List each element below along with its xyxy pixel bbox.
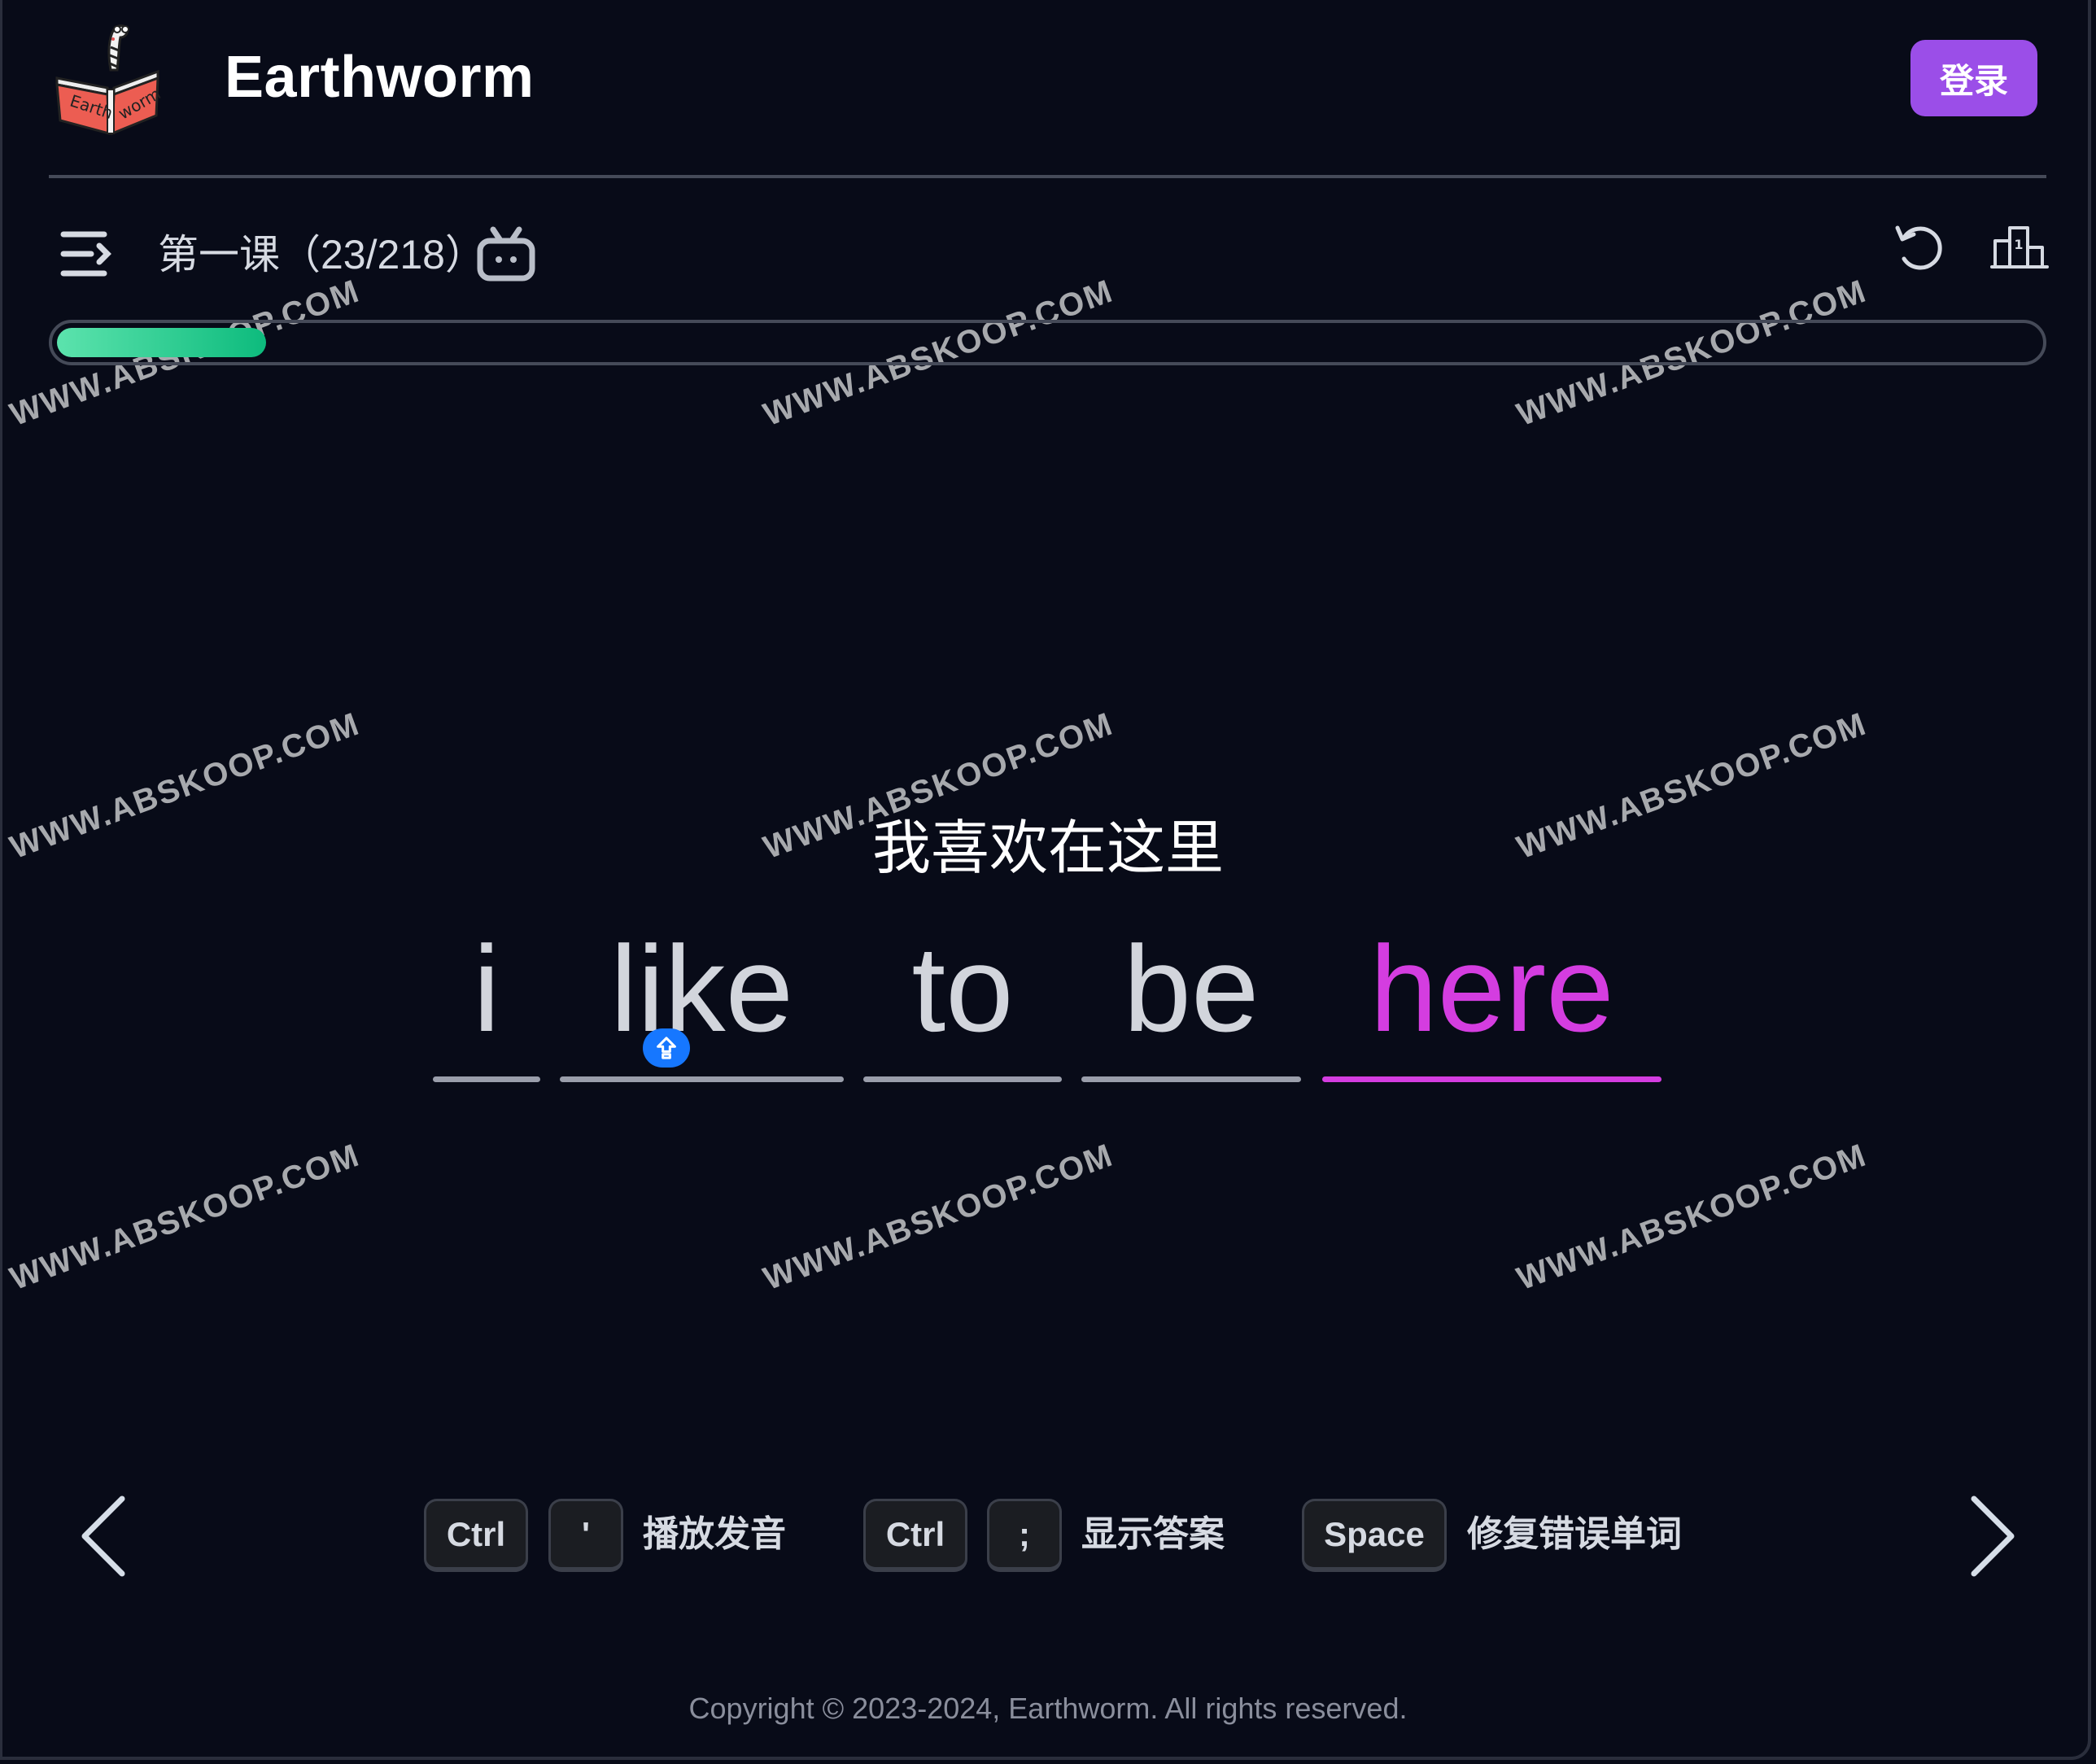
shortcut-fix-word-label: 修复错误单词 <box>1467 1514 1682 1554</box>
watermark: WWW.ABSKOOP.COM <box>758 1137 1118 1298</box>
shortcut-show-answer-label: 显示答案 <box>1081 1514 1225 1554</box>
brand-title: Earthworm <box>225 45 535 110</box>
watermark: WWW.ABSKOOP.COM <box>12 0 372 4</box>
word-underline <box>863 1076 1062 1082</box>
watermark: WWW.ABSKOOP.COM <box>766 0 1125 4</box>
shortcut-key-quote: ' <box>548 1499 623 1572</box>
bilibili-tv-icon[interactable] <box>475 226 537 283</box>
caps-lock-badge <box>643 1028 690 1068</box>
prev-button[interactable] <box>80 1494 129 1578</box>
word-underline <box>433 1076 540 1082</box>
copyright-footer: Copyright © 2023-2024, Earthworm. All ri… <box>688 1692 1408 1725</box>
svg-text:1: 1 <box>2014 237 2023 252</box>
word-slot[interactable]: i <box>433 919 540 1082</box>
shortcut-key-ctrl: Ctrl <box>424 1499 528 1572</box>
word-underline <box>1322 1076 1662 1082</box>
leaderboard-icon[interactable]: 1 <box>1990 225 2049 270</box>
watermark: WWW.ABSKOOP.COM <box>1519 0 1879 4</box>
word-slot[interactable]: be <box>1081 919 1301 1082</box>
word-slot[interactable]: here <box>1322 919 1662 1082</box>
word-slot[interactable]: to <box>863 919 1062 1082</box>
next-button[interactable] <box>1967 1494 2016 1578</box>
lesson-title[interactable]: 第一课（23/218） <box>158 229 486 280</box>
reset-icon[interactable] <box>1893 221 1946 275</box>
header-divider <box>49 175 2046 178</box>
progress-fill <box>57 328 266 357</box>
word-text: here <box>1369 920 1614 1057</box>
shortcut-play-sound-label: 播放发音 <box>643 1514 786 1554</box>
chevron-right-icon <box>1971 1495 2015 1577</box>
lesson-progress-bar <box>49 320 2046 365</box>
shift-icon <box>657 1037 676 1059</box>
shortcut-key-ctrl: Ctrl <box>863 1499 967 1572</box>
word-underline <box>560 1076 844 1082</box>
shortcut-key-space: Space <box>1302 1499 1447 1572</box>
earthworm-logo[interactable]: Earth worm <box>47 20 169 136</box>
watermark: WWW.ABSKOOP.COM <box>5 1137 365 1298</box>
watermark: WWW.ABSKOOP.COM <box>1512 1137 1871 1298</box>
word-text: i <box>473 920 500 1057</box>
chinese-sentence: 我喜欢在这里 <box>871 816 1224 881</box>
word-text: to <box>911 920 1014 1057</box>
login-button[interactable]: 登录 <box>1910 40 2037 116</box>
word-underline <box>1081 1076 1301 1082</box>
word-slot[interactable]: like <box>560 919 844 1082</box>
word-text: be <box>1123 920 1260 1057</box>
chevron-left-icon <box>81 1495 125 1577</box>
menu-icon[interactable] <box>59 228 112 280</box>
word-text: like <box>609 920 794 1057</box>
shortcut-key-semicolon: ; <box>987 1499 1062 1572</box>
